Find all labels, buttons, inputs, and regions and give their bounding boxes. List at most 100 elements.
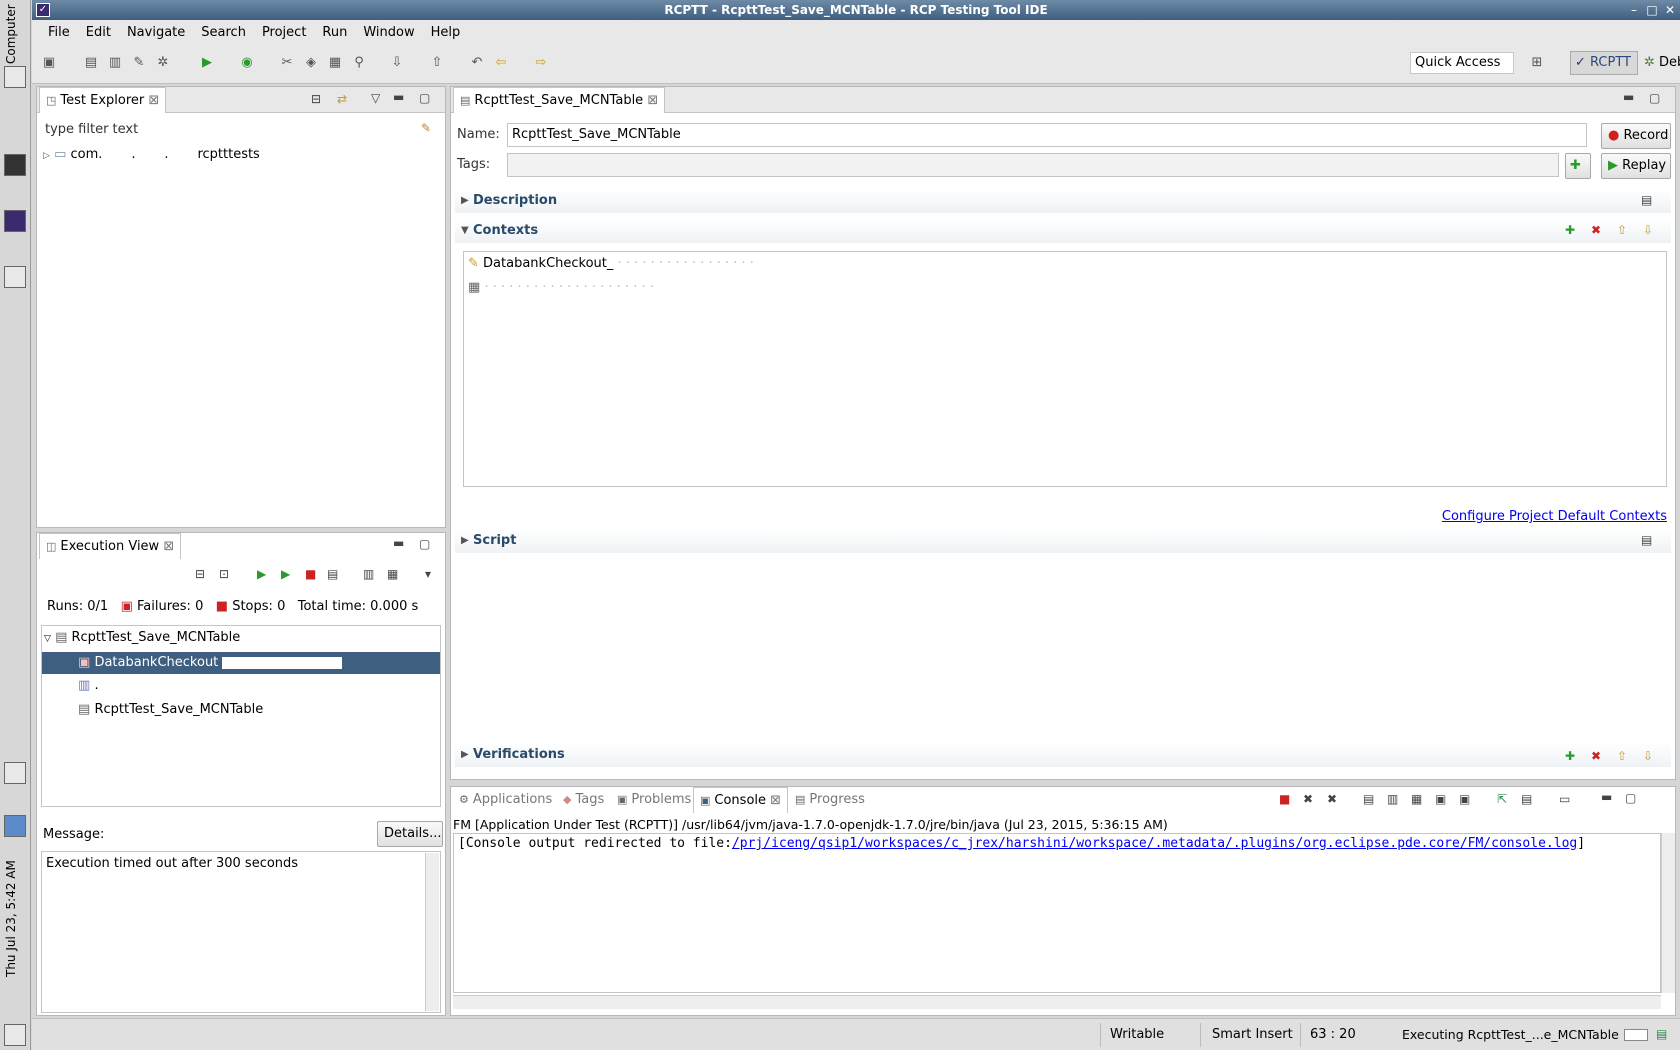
console-vertical-scrollbar[interactable] [1661,833,1675,993]
perspective-rcptt[interactable]: ✓ RCPTT [1570,51,1638,75]
move-down-icon[interactable]: ⇩ [1643,223,1653,237]
workspace-switcher-icon[interactable] [4,815,26,837]
tab-problems[interactable]: ▣ Problems [611,787,697,813]
run-config-icon[interactable]: ◉ [238,54,256,72]
menu-edit[interactable]: Edit [78,25,119,40]
maximize-view-icon[interactable]: ▢ [1649,91,1660,105]
tab-progress[interactable]: ▤ Progress [789,787,871,813]
expand-icon[interactable]: ▷ [43,151,50,161]
save-all-icon[interactable]: ▥ [106,54,124,72]
section-contexts[interactable]: ▼ Contexts [455,219,1671,243]
progress-indicator[interactable] [1624,1029,1648,1041]
add-tag-button[interactable]: ✚ [1565,153,1591,179]
pin-console-icon[interactable]: ⇱ [1497,792,1507,806]
tab-editor[interactable]: ▤ RcpttTest_Save_MCNTable ⊠ [453,87,666,113]
open-type-icon[interactable]: ◈ [302,54,320,72]
tab-console[interactable]: ▣ Console ⊠ [693,787,789,813]
back-icon[interactable]: ⇦ [492,54,510,72]
add-context-icon[interactable]: ✚ [1565,223,1575,237]
menu-project[interactable]: Project [254,25,314,40]
layout-icon[interactable]: ▦ [387,567,398,581]
details-button[interactable]: Details... [377,821,443,847]
console-log-link[interactable]: /prj/iceng/qsip1/workspaces/c_jrex/harsh… [732,836,1577,851]
tab-applications[interactable]: ⚙ Applications [453,787,558,813]
minimize-view-icon[interactable]: ▬ [393,536,404,550]
section-script[interactable]: ▶ Script [455,529,1671,553]
replay-button[interactable]: ▶ Replay [1601,153,1671,179]
clock[interactable]: Thu Jul 23, 5:42 AM [4,860,28,1010]
description-action-icon[interactable]: ▤ [1641,193,1652,207]
record-icon[interactable]: ✎ [130,54,148,72]
forward-icon[interactable]: ⇨ [532,54,550,72]
table-row[interactable]: ▤ RcpttTest_Save_MCNTable [78,702,263,717]
tab-execution-view[interactable]: ◫ Execution View ⊠ [39,533,182,559]
section-description[interactable]: ▶ Description [455,189,1671,213]
tab-tags[interactable]: ◆ Tags [557,787,610,813]
menu-file[interactable]: File [40,25,78,40]
save-icon[interactable]: ▤ [82,54,100,72]
view-menu-icon[interactable]: ▽ [371,91,380,105]
show-on-stderr-icon[interactable]: ▣ [1459,792,1470,806]
menu-run[interactable]: Run [314,25,355,40]
rerun-failed-icon[interactable]: ▶ [281,567,290,581]
tree-item-project[interactable]: ▷ ▭ com. . . rcptttests [43,147,260,162]
configure-contexts-link[interactable]: Configure Project Default Contexts [1442,509,1667,524]
remove-verification-icon[interactable]: ✖ [1591,749,1601,763]
rcptt-taskbar-icon[interactable] [4,210,26,232]
history-icon[interactable]: ▤ [327,567,338,581]
external-tools-icon[interactable]: ✂ [278,54,296,72]
script-action-icon[interactable]: ▤ [1641,533,1652,547]
computer-label[interactable]: Computer [4,4,26,64]
quick-access-input[interactable]: Quick Access [1410,52,1514,74]
terminal-icon[interactable] [4,154,26,176]
maximize-view-icon[interactable]: ▢ [419,537,430,551]
tab-test-explorer[interactable]: ◳ Test Explorer ⊠ [39,87,167,113]
remove-context-icon[interactable]: ✖ [1591,223,1601,237]
maximize-view-icon[interactable]: ▢ [1625,791,1636,805]
word-wrap-icon[interactable]: ▦ [1411,792,1422,806]
debug-icon[interactable]: ✲ [154,54,172,72]
list-item[interactable]: ▦ · · · · · · · · · · · · · · · · · · · … [468,280,654,295]
console-horizontal-scrollbar[interactable] [453,995,1661,1009]
move-up-icon[interactable]: ⇧ [1617,223,1627,237]
list-item[interactable]: ✎ DatabankCheckout_ · · · · · · · · · · … [468,256,754,271]
export-icon[interactable]: ▥ [363,567,374,581]
minimize-window-button[interactable]: – [1626,2,1642,18]
tags-field[interactable] [507,153,1559,177]
clear-console-icon[interactable]: ▤ [1363,792,1374,806]
collapse-all-icon[interactable]: ⊟ [195,567,205,581]
collapse-all-icon[interactable]: ⊟ [311,92,321,106]
console-output[interactable]: [Console output redirected to file:/prj/… [453,833,1661,993]
open-perspective-icon[interactable]: ⊞ [1528,54,1546,72]
view-menu-icon[interactable]: ▾ [425,567,431,581]
minimize-view-icon[interactable]: ▬ [1601,790,1612,804]
show-on-stdout-icon[interactable]: ▣ [1435,792,1446,806]
new-icon[interactable]: ▣ [40,54,58,72]
expand-icon[interactable]: ▽ [44,634,51,644]
show-desktop-icon[interactable] [4,1024,26,1046]
close-tab-icon[interactable]: ⊠ [163,539,174,554]
close-tab-icon[interactable]: ⊠ [148,93,159,108]
sound-icon[interactable] [4,762,26,784]
scroll-lock-icon[interactable]: ▥ [1387,792,1398,806]
close-window-button[interactable]: ✕ [1662,2,1678,18]
minimize-view-icon[interactable]: ▬ [393,90,404,104]
show-failures-icon[interactable]: ⊡ [219,567,229,581]
rerun-icon[interactable]: ▶ [257,567,266,581]
remove-launch-icon[interactable]: ✖ [1303,792,1313,806]
display-console-icon[interactable]: ▤ [1521,792,1532,806]
terminate-icon[interactable]: ■ [1279,792,1290,806]
open-console-icon[interactable]: ▭ [1559,792,1570,806]
record-button[interactable]: ● Record [1601,123,1671,149]
add-verification-icon[interactable]: ✚ [1565,749,1575,763]
close-tab-icon[interactable]: ⊠ [647,93,658,108]
clear-filter-icon[interactable]: ✎ [421,121,431,135]
section-verifications[interactable]: ▶ Verifications [455,743,1671,767]
run-icon[interactable]: ▶ [198,54,216,72]
link-editor-icon[interactable]: ⇄ [337,92,347,106]
name-field[interactable]: RcpttTest_Save_MCNTable [507,123,1587,147]
menu-help[interactable]: Help [423,25,469,40]
minimize-view-icon[interactable]: ▬ [1623,90,1634,104]
stop-icon[interactable]: ■ [305,567,316,581]
computer-icon[interactable] [4,66,26,88]
